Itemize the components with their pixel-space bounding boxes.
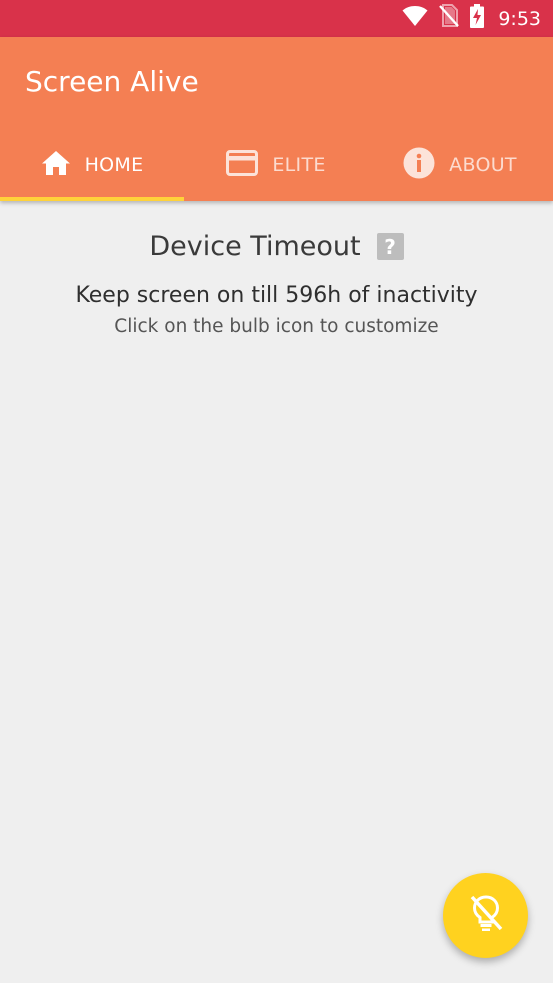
device-timeout-title: Device Timeout	[149, 231, 361, 262]
no-sim-icon	[438, 4, 460, 33]
tab-home[interactable]: HOME	[0, 129, 184, 201]
tab-elite[interactable]: ELITE	[184, 129, 368, 201]
wifi-icon	[402, 5, 428, 32]
customize-hint-text: Click on the bulb icon to customize	[114, 316, 439, 337]
bulb-off-icon	[464, 891, 508, 940]
app-bar: Screen Alive HOME ELITE ABOUT	[0, 37, 553, 201]
battery-charging-icon	[470, 4, 485, 33]
home-icon	[41, 150, 71, 181]
status-icons: 9:53	[402, 0, 541, 37]
status-bar: 9:53	[0, 0, 553, 37]
status-time: 9:53	[498, 7, 541, 30]
tab-bar: HOME ELITE ABOUT	[0, 129, 553, 201]
tab-home-label: HOME	[84, 154, 144, 176]
bulb-fab-button[interactable]	[443, 873, 528, 958]
tab-about-label: ABOUT	[449, 154, 517, 176]
help-icon[interactable]: ?	[376, 233, 404, 260]
app-title: Screen Alive	[25, 65, 199, 98]
info-icon	[403, 147, 435, 184]
device-timeout-row: Device Timeout ?	[0, 231, 553, 262]
tab-about[interactable]: ABOUT	[368, 129, 552, 201]
active-tab-indicator	[0, 197, 184, 201]
keep-screen-text: Keep screen on till 596h of inactivity	[75, 283, 478, 308]
credit-card-icon	[226, 149, 259, 181]
app-screen: 9:53 Screen Alive HOME ELITE ABOUT Devic…	[0, 0, 553, 983]
tab-elite-label: ELITE	[272, 154, 326, 176]
